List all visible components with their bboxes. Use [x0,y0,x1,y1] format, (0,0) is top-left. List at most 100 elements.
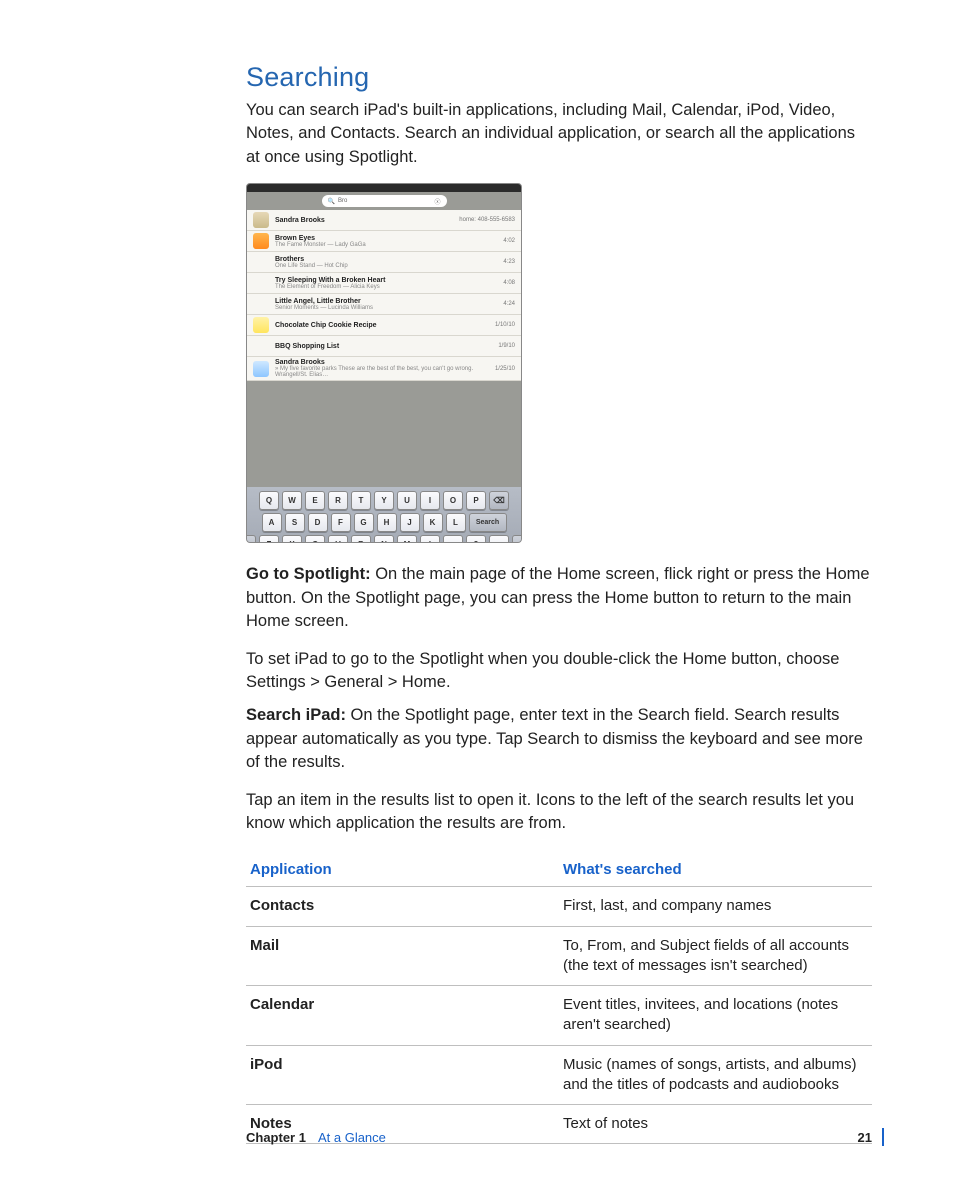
table-row: iPodMusic (names of songs, artists, and … [246,1045,872,1105]
whats-searched-table: Application What's searched ContactsFirs… [246,853,872,1144]
keyboard-key: W [282,491,302,510]
keyboard-key: S [285,513,305,532]
contact-icon [253,212,269,228]
col-application: Application [246,853,559,887]
spotlight-screenshot: 🔍 Bro ⓧ Sandra Brookshome: 408-555-6583 B… [246,183,522,543]
goto-spotlight-label: Go to Spotlight: [246,565,371,583]
keyboard-key: L [446,513,466,532]
cell-whats-searched: To, From, and Subject fields of all acco… [559,926,872,986]
result-meta: 1/9/10 [498,343,515,349]
keyboard-key: X [282,535,302,543]
result-subtitle: The Element of Freedom — Alicia Keys [275,284,503,290]
keyboard-key: O [443,491,463,510]
result-meta: 4:02 [503,238,515,244]
table-row: CalendarEvent titles, invitees, and loca… [246,986,872,1046]
keyboard-key: Search [469,513,507,532]
search-ipad-label: Search iPad: [246,706,346,724]
spotlight-result-row: Sandra Brookshome: 408-555-6583 [247,210,521,231]
keyboard-key: ⌫ [489,491,509,510]
keyboard-key: P [466,491,486,510]
page-footer: Chapter 1 At a Glance 21 [246,1128,884,1146]
spotlight-result-row: BBQ Shopping List1/9/10 [247,336,521,357]
keyboard-key: D [308,513,328,532]
cell-whats-searched: First, last, and company names [559,887,872,926]
mail-icon [253,361,269,377]
keyboard-key: K [423,513,443,532]
spotlight-result-row: BrothersOne Life Stand — Hot Chip4:23 [247,252,521,273]
tap-item-paragraph: Tap an item in the results list to open … [246,789,872,836]
cell-whats-searched: Music (names of songs, artists, and albu… [559,1045,872,1105]
keyboard-key: . [489,535,509,543]
cell-application: Calendar [246,986,559,1046]
keyboard-key: G [354,513,374,532]
keyboard-key: U [397,491,417,510]
status-bar [247,184,521,192]
result-subtitle: The Fame Monster — Lady GaGa [275,242,503,248]
spotlight-result-row: Chocolate Chip Cookie Recipe1/10/10 [247,315,521,336]
keyboard-key: N [374,535,394,543]
notes-icon [253,317,269,333]
footer-rule [882,1128,884,1146]
result-meta: 4:08 [503,280,515,286]
result-text: Try Sleeping With a Broken HeartThe Elem… [275,277,503,290]
result-text: Brown EyesThe Fame Monster — Lady GaGa [275,235,503,248]
keyboard-key: V [328,535,348,543]
result-title: Sandra Brooks [275,359,495,366]
result-meta: 1/25/10 [495,366,515,372]
result-text: Little Angel, Little BrotherSenior Momen… [275,298,503,311]
onscreen-keyboard: QWERTYUIOP⌫ ASDFGHJKLSearch ⇧ZXCVBNM!,?.… [247,487,521,543]
keyboard-key: F [331,513,351,532]
keyboard-key: ⇧ [512,535,522,543]
cell-whats-searched: Event titles, invitees, and locations (n… [559,986,872,1046]
result-meta: 4:23 [503,259,515,265]
document-page: Searching You can search iPad's built-in… [0,0,954,1184]
spotlight-result-row: Little Angel, Little BrotherSenior Momen… [247,294,521,315]
keyboard-key: T [351,491,371,510]
spotlight-search-field: 🔍 Bro ⓧ [322,195,447,207]
cell-application: Contacts [246,887,559,926]
table-row: MailTo, From, and Subject fields of all … [246,926,872,986]
result-subtitle: One Life Stand — Hot Chip [275,263,503,269]
keyboard-key: ! [420,535,440,543]
keyboard-key: M [397,535,417,543]
spotlight-query: Bro [335,198,435,204]
result-title: Try Sleeping With a Broken Heart [275,277,503,284]
chapter-label: Chapter 1 [246,1130,306,1145]
keyboard-key: ⇧ [246,535,256,543]
result-title: Chocolate Chip Cookie Recipe [275,322,495,329]
keyboard-key: R [328,491,348,510]
result-text: Sandra Brooks [275,217,459,224]
keyboard-key: C [305,535,325,543]
result-text: Sandra Brooks» My five favorite parks Th… [275,359,495,378]
result-title: Sandra Brooks [275,217,459,224]
keyboard-key: E [305,491,325,510]
search-icon: 🔍 [328,198,335,205]
cell-application: Mail [246,926,559,986]
result-text: BrothersOne Life Stand — Hot Chip [275,256,503,269]
result-subtitle: Senior Moments — Lucinda Williams [275,305,503,311]
result-title: Brothers [275,256,503,263]
result-title: Little Angel, Little Brother [275,298,503,305]
keyboard-key: Q [259,491,279,510]
keyboard-key: ? [466,535,486,543]
keyboard-key: Z [259,535,279,543]
intro-paragraph: You can search iPad's built-in applicati… [246,99,872,169]
keyboard-key: Y [374,491,394,510]
result-subtitle: » My five favorite parks These are the b… [275,366,495,378]
keyboard-key: H [377,513,397,532]
clear-icon: ⓧ [434,197,440,206]
result-title: BBQ Shopping List [275,343,498,350]
settings-path-paragraph: To set iPad to go to the Spotlight when … [246,648,872,695]
col-whats-searched: What's searched [559,853,872,887]
spotlight-results: Sandra Brookshome: 408-555-6583 Brown Eye… [247,210,521,381]
result-meta: 1/10/10 [495,322,515,328]
spotlight-empty-area [247,381,521,487]
chapter-title: At a Glance [318,1130,386,1145]
music-icon [253,233,269,249]
result-text: BBQ Shopping List [275,343,498,350]
section-heading: Searching [246,62,872,93]
result-text: Chocolate Chip Cookie Recipe [275,322,495,329]
keyboard-key: J [400,513,420,532]
table-row: ContactsFirst, last, and company names [246,887,872,926]
goto-spotlight-paragraph: Go to Spotlight: On the main page of the… [246,563,872,633]
